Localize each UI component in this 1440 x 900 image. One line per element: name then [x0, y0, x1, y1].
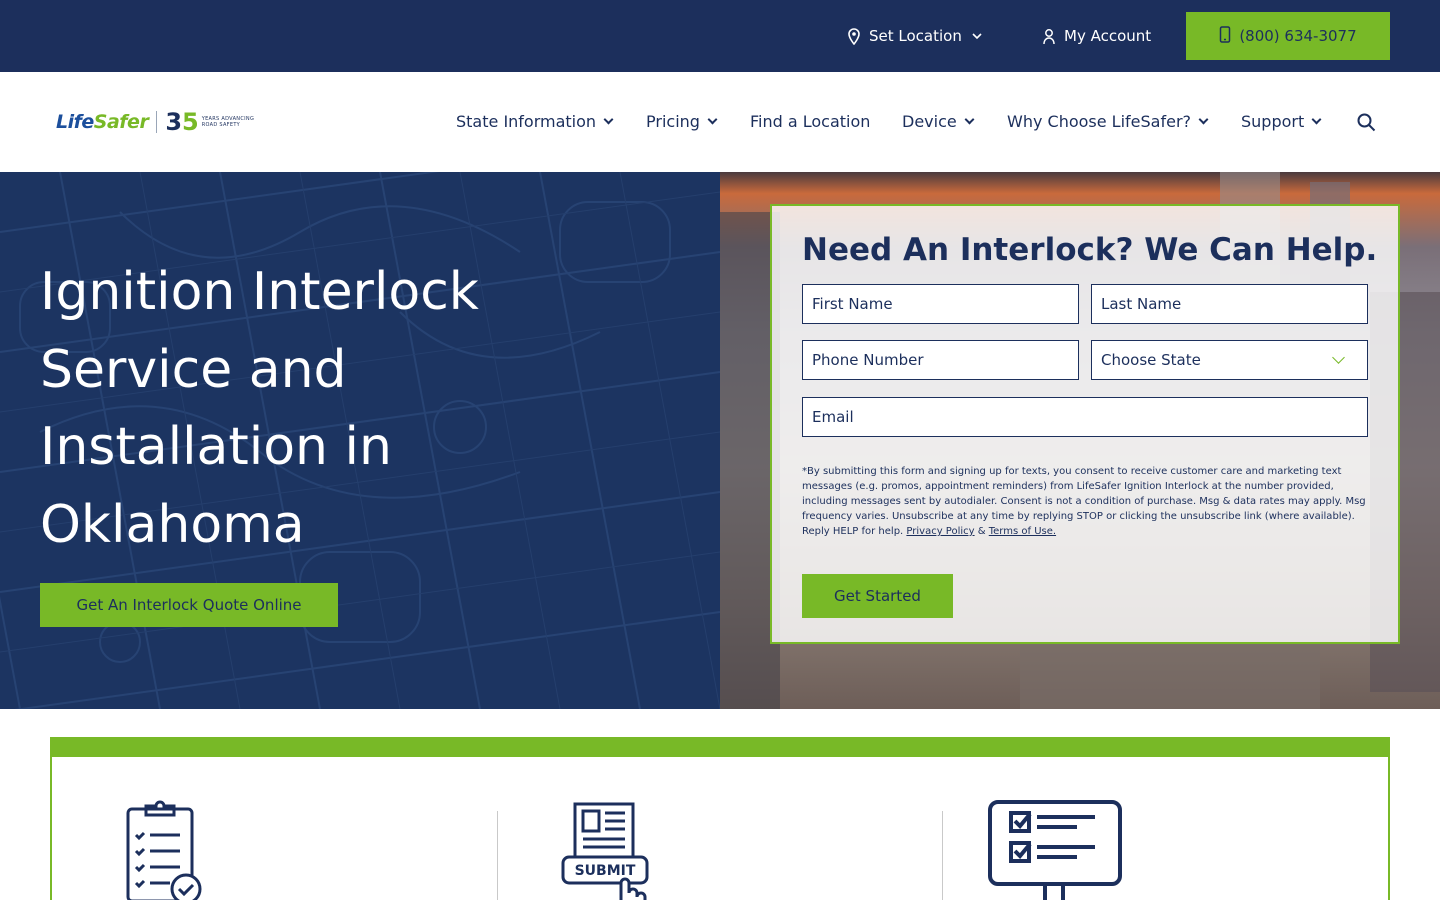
- logo-divider: [156, 111, 158, 133]
- chevron-down-icon: [1332, 351, 1345, 364]
- nav-pricing[interactable]: Pricing: [646, 112, 718, 131]
- chevron-down-icon: [1198, 114, 1209, 125]
- last-name-input[interactable]: [1101, 285, 1358, 323]
- step-divider: [497, 811, 498, 900]
- nav-device[interactable]: Device: [902, 112, 975, 131]
- nav-find-a-location[interactable]: Find a Location: [750, 112, 870, 131]
- sms-consent-disclaimer: *By submitting this form and signing up …: [802, 466, 1366, 537]
- chevron-down-icon: [707, 114, 718, 125]
- search-icon[interactable]: [1356, 112, 1376, 132]
- get-started-button[interactable]: Get Started: [802, 574, 953, 618]
- set-location-link[interactable]: Set Location: [847, 0, 984, 72]
- utility-bar: Set Location My Account (800) 634-3077: [0, 0, 1440, 72]
- submit-form-icon: SUBMIT: [561, 801, 659, 900]
- chevron-down-icon: [603, 114, 614, 125]
- phone-number-field[interactable]: [802, 340, 1079, 380]
- nav-state-information[interactable]: State Information: [456, 112, 614, 131]
- first-name-input[interactable]: [812, 285, 1069, 323]
- nav-support[interactable]: Support: [1241, 112, 1322, 131]
- hero-title: Ignition Interlock Service and Installat…: [40, 262, 479, 555]
- main-header: LifeSafer 35 YEARS ADVANCING ROAD SAFETY…: [0, 72, 1440, 172]
- checklist-board-icon: [987, 799, 1123, 900]
- my-account-link[interactable]: My Account: [1042, 0, 1151, 72]
- get-quote-button[interactable]: Get An Interlock Quote Online: [40, 583, 338, 627]
- clipboard-checklist-icon: [126, 799, 206, 900]
- email-input[interactable]: [812, 398, 1358, 436]
- phone-button[interactable]: (800) 634-3077: [1186, 12, 1390, 60]
- chevron-down-icon: [964, 114, 975, 125]
- phone-number-input[interactable]: [812, 341, 1069, 379]
- nav-why-choose-lifesafer[interactable]: Why Choose LifeSafer?: [1007, 112, 1209, 131]
- phone-icon: [1219, 25, 1231, 47]
- map-marker-icon: [847, 27, 861, 45]
- user-icon: [1042, 27, 1056, 45]
- state-select-value: Choose State: [1101, 351, 1201, 369]
- form-title: Need An Interlock? We Can Help.: [802, 232, 1378, 268]
- phone-number: (800) 634-3077: [1239, 27, 1357, 45]
- step-divider: [942, 811, 943, 900]
- building-shape: [1020, 642, 1320, 709]
- svg-text:SUBMIT: SUBMIT: [575, 863, 636, 879]
- my-account-label: My Account: [1064, 27, 1152, 45]
- logo-wordmark: LifeSafer: [56, 111, 149, 133]
- chevron-down-icon: [970, 27, 984, 45]
- anniversary-badge: 35 YEARS ADVANCING ROAD SAFETY: [165, 108, 255, 136]
- first-name-field[interactable]: [802, 284, 1079, 324]
- chevron-down-icon: [1311, 114, 1322, 125]
- quote-form: Need An Interlock? We Can Help. Choose S…: [770, 204, 1400, 644]
- state-select[interactable]: Choose State: [1091, 340, 1368, 380]
- lifesafer-logo[interactable]: LifeSafer 35 YEARS ADVANCING ROAD SAFETY: [56, 108, 262, 136]
- terms-of-use-link[interactable]: Terms of Use.: [989, 526, 1056, 537]
- privacy-policy-link[interactable]: Privacy Policy: [906, 526, 974, 537]
- last-name-field[interactable]: [1091, 284, 1368, 324]
- email-field[interactable]: [802, 397, 1368, 437]
- how-it-works-section: SUBMIT: [50, 737, 1390, 900]
- set-location-label: Set Location: [869, 27, 962, 45]
